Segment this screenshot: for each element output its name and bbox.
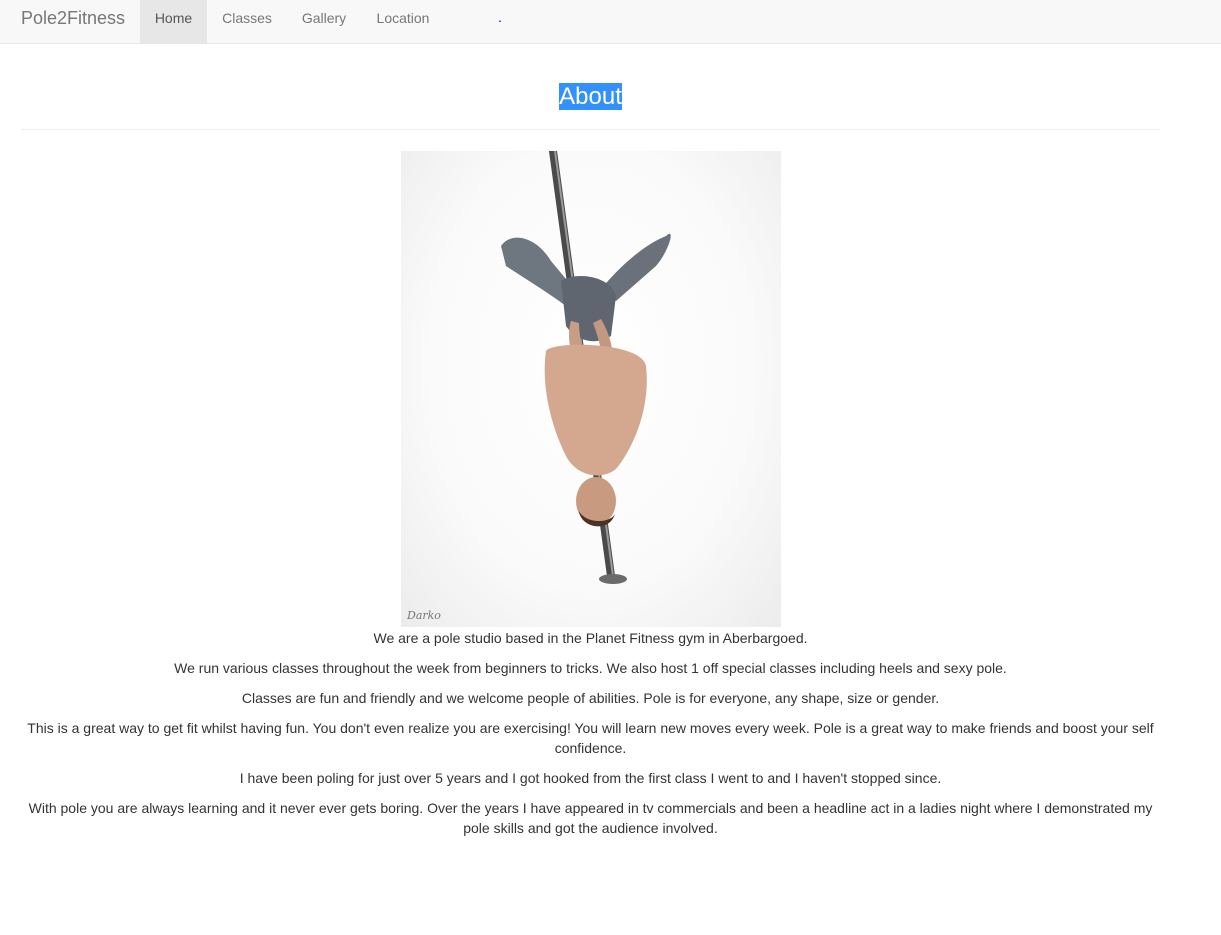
pole-base [599,574,627,584]
page-title: About [559,83,622,110]
about-paragraph-6: With pole you are always learning and it… [28,800,1153,836]
nav-stray-link[interactable]: . [498,9,502,25]
brand-link[interactable]: Pole2Fitness [21,0,125,43]
about-paragraph-3: Classes are fun and friendly and we welc… [241,690,940,706]
about-paragraph-4: This is a great way to get fit whilst ha… [27,720,1154,756]
nav-gallery[interactable]: Gallery [287,0,361,43]
top-navbar: Pole2Fitness Home Classes Gallery Locati… [0,0,1221,44]
photo-illustration: Darko [406,151,671,622]
nav-classes[interactable]: Classes [207,0,287,43]
torso [544,344,647,476]
photo-signature: Darko [406,609,441,622]
about-paragraph-2: We run various classes throughout the we… [174,660,1007,676]
about-paragraph-5: I have been poling for just over 5 years… [239,770,942,786]
about-paragraph-1: We are a pole studio based in the Planet… [373,630,808,646]
nav-home[interactable]: Home [140,0,207,43]
title-divider [21,129,1160,130]
nav-location[interactable]: Location [361,0,445,43]
about-content: We are a pole studio based in the Planet… [21,628,1160,848]
title-container: About [21,83,1160,110]
pole-athlete-photo: Darko [401,151,781,627]
